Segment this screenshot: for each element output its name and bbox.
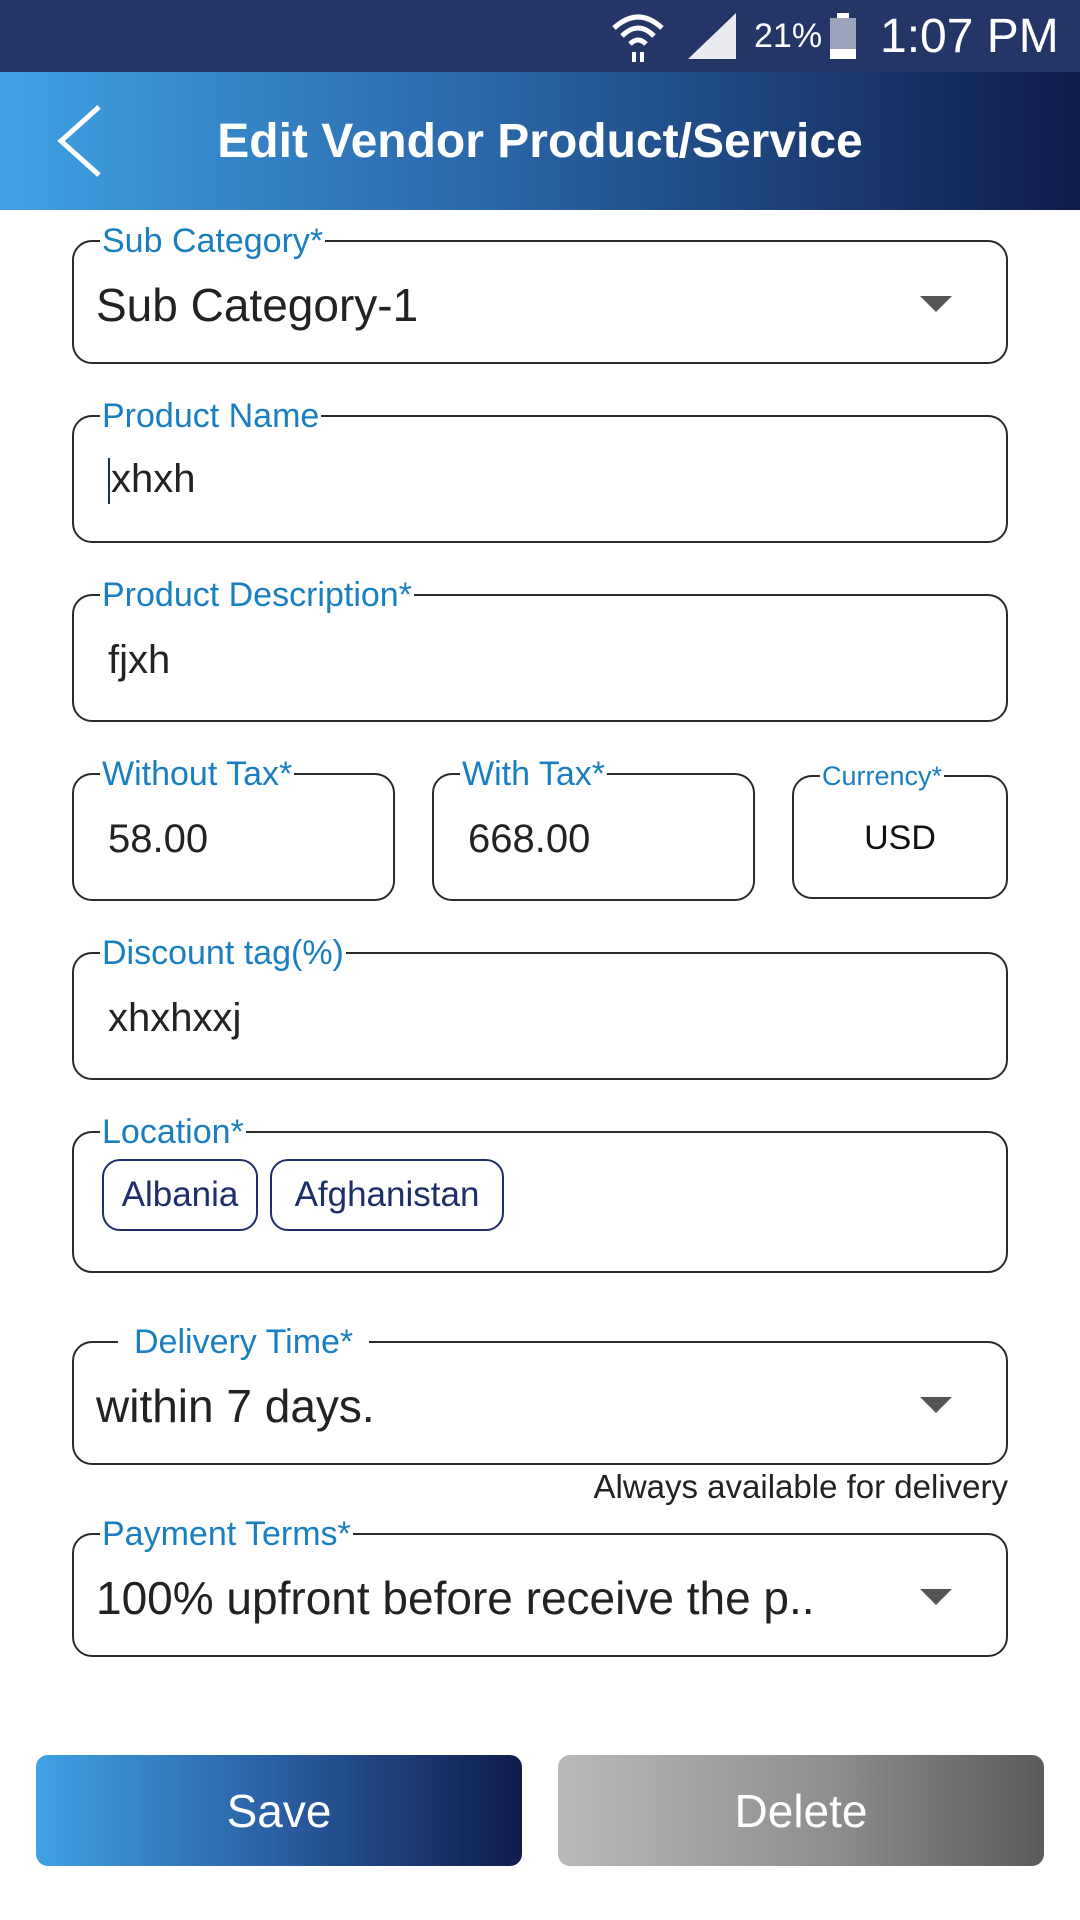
location-label: Location*: [100, 1113, 246, 1151]
delivery-helper-text: Always available for delivery: [593, 1468, 1008, 1505]
signal-icon: [686, 0, 738, 72]
battery-percent: 21%: [754, 16, 823, 55]
dropdown-arrow-icon: [920, 1589, 952, 1605]
dropdown-arrow-icon: [920, 296, 952, 312]
with-tax-value: 668.00: [468, 817, 591, 861]
product-name-value: xhxh: [111, 457, 196, 501]
dropdown-arrow-icon: [920, 1397, 952, 1413]
status-bar: 21% 1:07 PM: [0, 0, 1080, 72]
location-chip-afghanistan[interactable]: Afghanistan: [270, 1159, 504, 1231]
sub-category-label: Sub Category*: [100, 222, 326, 260]
currency-label: Currency*: [820, 761, 945, 791]
location-chip-albania[interactable]: Albania: [102, 1159, 258, 1231]
discount-tag-field[interactable]: Discount tag(%) xhxhxxj: [72, 934, 1008, 1080]
save-button[interactable]: Save: [36, 1755, 522, 1866]
payment-terms-select[interactable]: Payment Terms* 100% upfront before recei…: [72, 1515, 1008, 1657]
product-name-label: Product Name: [100, 397, 322, 435]
delivery-time-value: within 7 days.: [96, 1380, 375, 1432]
product-name-field[interactable]: Product Name xhxh: [72, 397, 1008, 543]
discount-tag-value: xhxhxxj: [108, 996, 242, 1040]
delete-button[interactable]: Delete: [558, 1755, 1044, 1866]
sub-category-value: Sub Category-1: [96, 279, 419, 331]
delivery-time-label: Delivery Time*: [118, 1323, 370, 1361]
with-tax-field[interactable]: With Tax* 668.00: [432, 755, 755, 901]
battery-icon: [828, 0, 858, 72]
sub-category-select[interactable]: Sub Category* Sub Category-1: [72, 222, 1008, 364]
product-description-value: fjxh: [108, 638, 171, 682]
product-description-field[interactable]: Product Description* fjxh: [72, 576, 1008, 722]
discount-tag-label: Discount tag(%): [100, 934, 346, 972]
delivery-time-select[interactable]: Delivery Time* within 7 days.: [72, 1323, 1008, 1465]
page-title: Edit Vendor Product/Service: [217, 114, 863, 168]
location-field[interactable]: Location* Albania Afghanistan: [72, 1113, 1008, 1273]
clock: 1:07 PM: [880, 9, 1059, 63]
with-tax-label: With Tax*: [460, 755, 607, 793]
without-tax-field[interactable]: Without Tax* 58.00: [72, 755, 395, 901]
app-bar: Edit Vendor Product/Service: [0, 72, 1080, 210]
without-tax-label: Without Tax*: [100, 755, 295, 793]
currency-value: USD: [864, 819, 936, 857]
without-tax-value: 58.00: [108, 817, 209, 861]
text-cursor: [108, 458, 110, 505]
wifi-icon: [610, 0, 666, 72]
payment-terms-value: 100% upfront before receive the p..: [96, 1572, 815, 1624]
currency-field[interactable]: Currency* USD: [792, 761, 1008, 899]
payment-terms-label: Payment Terms*: [100, 1515, 353, 1553]
product-description-label: Product Description*: [100, 576, 414, 614]
